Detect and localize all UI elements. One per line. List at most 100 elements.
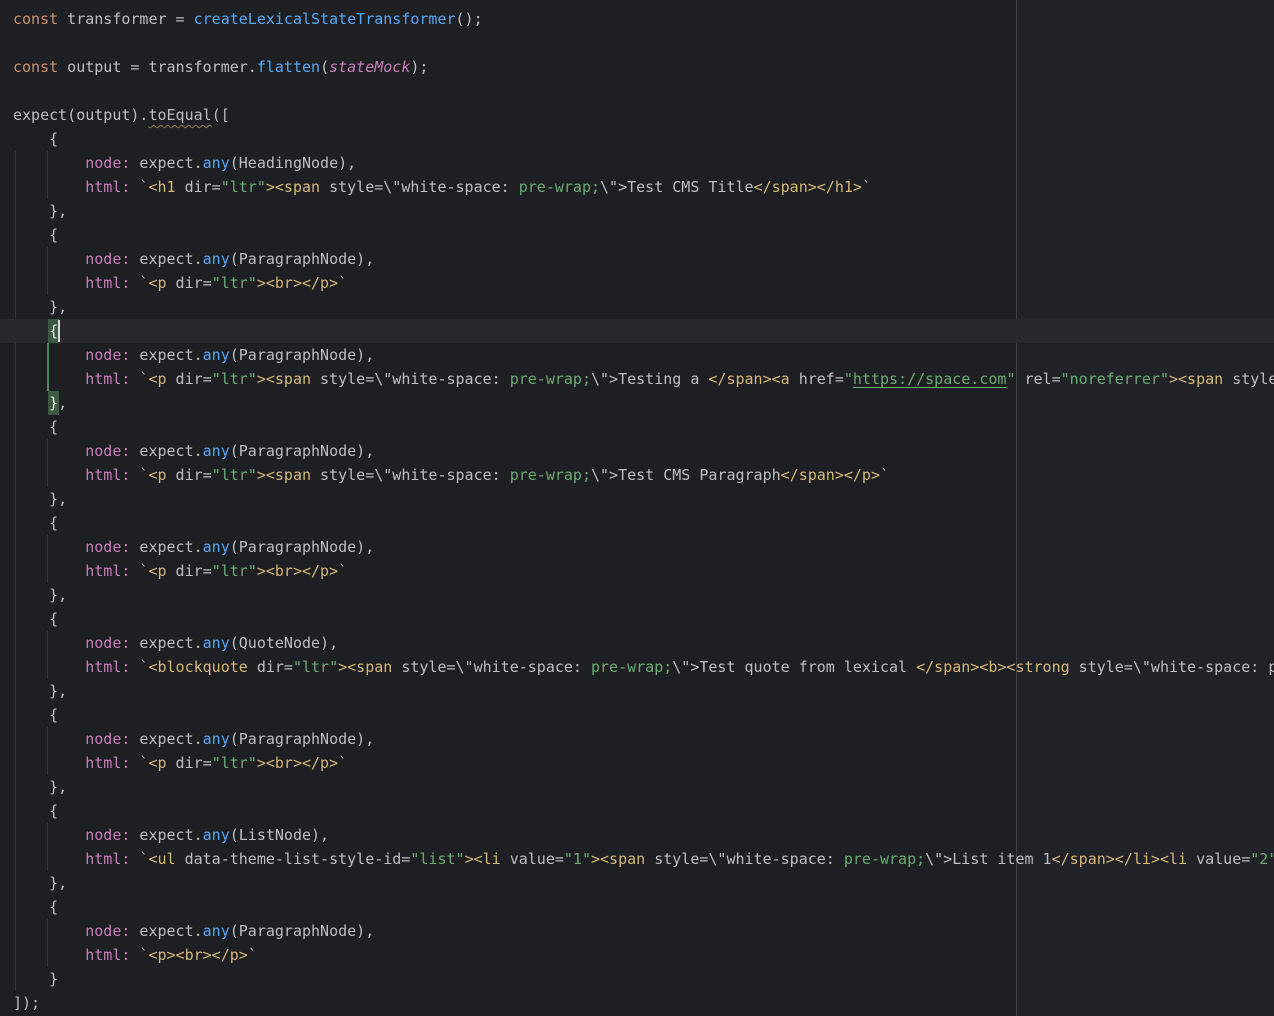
code-segment: pre-wrap; xyxy=(844,850,925,868)
code-segment: any xyxy=(203,154,230,172)
code-segment: }, xyxy=(13,778,67,796)
code-segment: dir= xyxy=(167,466,212,484)
code-segment: "ltr" xyxy=(212,370,257,388)
code-segment: ` xyxy=(130,562,148,580)
code-segment: any xyxy=(203,730,230,748)
code-line: { xyxy=(0,223,1274,247)
code-segment: "list" xyxy=(410,850,464,868)
code-line xyxy=(0,79,1274,103)
code-line: node: expect.any(ListNode), xyxy=(0,823,1274,847)
code-segment: ><span xyxy=(266,178,320,196)
code-line: node: expect.any(HeadingNode), xyxy=(0,151,1274,175)
code-line: html: `<h1 dir="ltr"><span style=\"white… xyxy=(0,175,1274,199)
code-segment: any xyxy=(203,538,230,556)
code-segment: ` xyxy=(130,466,148,484)
code-segment: dir= xyxy=(167,562,212,580)
code-segment xyxy=(13,178,85,196)
code-segment: html: xyxy=(85,274,130,292)
code-segment: (ParagraphNode), xyxy=(230,730,375,748)
code-segment: }, xyxy=(13,586,67,604)
code-segment: ` xyxy=(130,178,148,196)
code-segment: , xyxy=(58,394,67,412)
code-line: }, xyxy=(0,391,1274,415)
code-segment: pre-wrap; xyxy=(591,658,672,676)
code-segment: ` xyxy=(130,850,148,868)
code-line: { xyxy=(0,127,1274,151)
code-line xyxy=(0,31,1274,55)
code-line: html: `<p dir="ltr"><br></p>` xyxy=(0,751,1274,775)
code-segment: style=\"white-space: xyxy=(392,658,591,676)
code-segment: ><span xyxy=(338,658,392,676)
code-line: { xyxy=(0,511,1274,535)
code-segment: flatten xyxy=(257,58,320,76)
code-segment: node: xyxy=(85,634,130,652)
code-segment: dir= xyxy=(176,178,221,196)
code-segment xyxy=(13,394,49,412)
code-line: { xyxy=(0,799,1274,823)
code-segment: { xyxy=(13,226,58,244)
code-segment: style=\"white-space: xyxy=(311,466,510,484)
code-segment: ` xyxy=(130,274,148,292)
code-segment: pre-wrap; xyxy=(510,370,591,388)
code-segment: pre-wrap; xyxy=(510,466,591,484)
code-segment: </span></li><li xyxy=(1052,850,1187,868)
code-line: } xyxy=(0,967,1274,991)
code-segment: rel= xyxy=(1015,370,1060,388)
code-segment: </span></h1> xyxy=(754,178,862,196)
code-segment: ([ xyxy=(212,106,230,124)
code-segment: "ltr" xyxy=(212,754,257,772)
code-segment: html: xyxy=(85,466,130,484)
code-segment: expect. xyxy=(130,346,202,364)
code-segment: node: xyxy=(85,154,130,172)
code-segment: </span><a xyxy=(708,370,789,388)
code-segment: html: xyxy=(85,754,130,772)
code-segment: ><br></p> xyxy=(257,562,338,580)
code-line: html: `<p dir="ltr"><span style=\"white-… xyxy=(0,367,1274,391)
code-segment xyxy=(13,154,85,172)
code-segment: "noreferrer" xyxy=(1061,370,1169,388)
code-line: html: `<p dir="ltr"><br></p>` xyxy=(0,271,1274,295)
code-segment: { xyxy=(13,706,58,724)
code-segment: (HeadingNode), xyxy=(230,154,356,172)
code-editor[interactable]: const transformer = createLexicalStateTr… xyxy=(0,0,1274,1016)
code-segment: style=\"white-space: xyxy=(311,370,510,388)
code-segment xyxy=(13,754,85,772)
code-segment xyxy=(13,658,85,676)
code-segment: ` xyxy=(880,466,889,484)
code-segment xyxy=(13,442,85,460)
code-segment: style= xyxy=(1223,370,1274,388)
code-segment xyxy=(13,922,85,940)
code-segment: }, xyxy=(13,874,67,892)
code-segment: ` xyxy=(130,658,148,676)
code-segment: <p xyxy=(148,370,166,388)
code-segment: any xyxy=(203,346,230,364)
code-segment: createLexicalStateTransformer xyxy=(194,10,456,28)
code-segment: html: xyxy=(85,178,130,196)
code-segment: style=\"white-space: xyxy=(320,178,519,196)
code-line: html: `<ul data-theme-list-style-id="lis… xyxy=(0,847,1274,871)
code-segment: { xyxy=(13,898,58,916)
code-segment: \">Test CMS Paragraph xyxy=(591,466,781,484)
code-segment: (ListNode), xyxy=(230,826,329,844)
code-segment: (); xyxy=(456,10,483,28)
code-line: const output = transformer.flatten(state… xyxy=(0,55,1274,79)
code-segment: html: xyxy=(85,370,130,388)
code-segment: dir= xyxy=(167,274,212,292)
code-segment: <p xyxy=(148,466,166,484)
code-segment: stateMock xyxy=(329,58,410,76)
code-segment: expect. xyxy=(130,826,202,844)
code-segment: expect. xyxy=(130,442,202,460)
code-segment: <p xyxy=(148,754,166,772)
code-segment: expect. xyxy=(130,154,202,172)
code-line: { xyxy=(0,895,1274,919)
code-line: ]); xyxy=(0,991,1274,1015)
code-segment: dir= xyxy=(167,370,212,388)
code-segment: html: xyxy=(85,946,130,964)
code-segment: dir= xyxy=(167,754,212,772)
code-segment: output = transformer. xyxy=(58,58,257,76)
code-segment: pre-wrap; xyxy=(519,178,600,196)
code-segment: value= xyxy=(501,850,564,868)
code-segment: const xyxy=(13,58,58,76)
code-segment xyxy=(13,370,85,388)
code-line: html: `<p><br></p>` xyxy=(0,943,1274,967)
